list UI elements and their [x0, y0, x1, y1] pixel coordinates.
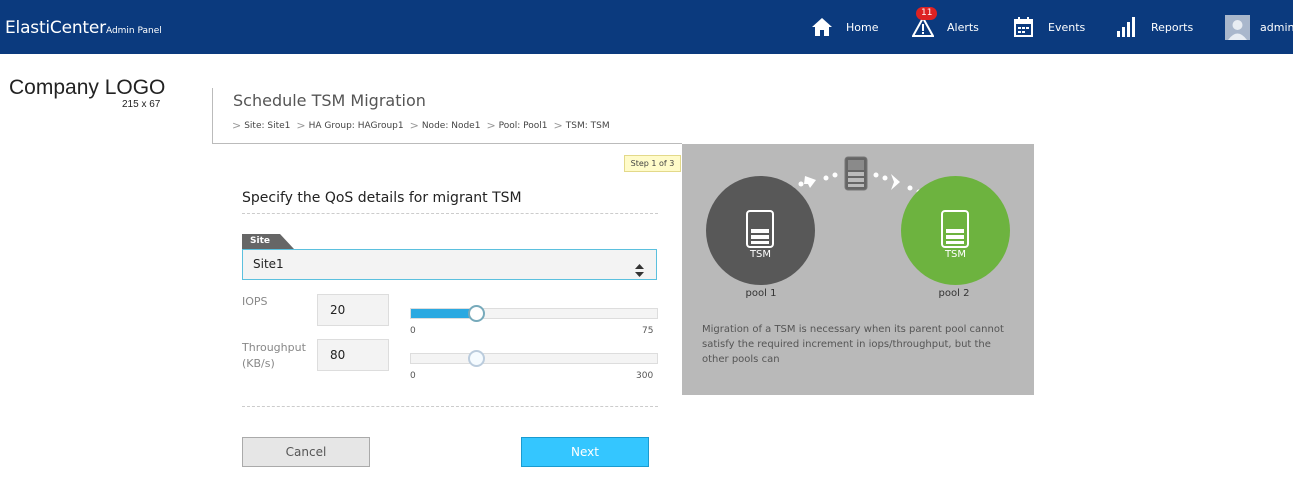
next-button[interactable]: Next: [521, 437, 649, 467]
home-icon: [811, 16, 833, 38]
breadcrumb: > Site: Site1 > HA Group: HAGroup1 > Nod…: [232, 119, 616, 132]
logo-title: Company LOGO: [9, 76, 166, 99]
nav-home[interactable]: Home: [811, 0, 878, 54]
throughput-max-tick: 300: [636, 371, 654, 381]
bar-chart-icon: [1116, 16, 1138, 38]
throughput-input[interactable]: 80: [317, 339, 389, 371]
page-title: Schedule TSM Migration: [233, 91, 426, 110]
calendar-icon: [1013, 16, 1035, 38]
breadcrumb-separator-icon: >: [553, 119, 563, 132]
site-select[interactable]: Site1: [242, 249, 657, 280]
nav-events-label: Events: [1048, 20, 1086, 34]
breadcrumb-pool[interactable]: Pool: Pool1: [499, 121, 548, 131]
iops-slider-thumb[interactable]: [467, 305, 485, 322]
site-label-tag: Site: [242, 234, 294, 249]
throughput-slider-thumb[interactable]: [467, 350, 485, 367]
nav-user[interactable]: admin: [1225, 0, 1293, 54]
brand-name: ElastiCenter: [5, 18, 106, 38]
company-logo: Company LOGO 215 x 67: [9, 76, 169, 110]
server-icon: [941, 210, 969, 252]
nav-reports[interactable]: Reports: [1116, 0, 1193, 54]
nav-alerts[interactable]: 11 Alerts: [911, 0, 979, 54]
server-icon: [746, 210, 774, 252]
nav-events[interactable]: Events: [1013, 0, 1085, 54]
divider: [242, 406, 658, 407]
breadcrumb-separator-icon: >: [409, 119, 419, 132]
site-label: Site: [250, 236, 270, 246]
nav-alerts-label: Alerts: [947, 20, 979, 34]
site-select-value: Site1: [253, 257, 284, 271]
nav-reports-label: Reports: [1151, 20, 1194, 34]
breadcrumb-node[interactable]: Node: Node1: [422, 121, 481, 131]
alerts-badge: 11: [916, 7, 938, 20]
breadcrumb-site[interactable]: Site: Site1: [244, 121, 290, 131]
select-arrows-icon: [635, 259, 644, 288]
throughput-slider[interactable]: [410, 353, 658, 364]
migration-diagram-panel: TSM pool 1 TSM pool 2 Migration of a TSM…: [682, 144, 1034, 395]
logo-size: 215 x 67: [122, 99, 161, 110]
breadcrumb-separator-icon: >: [232, 119, 242, 132]
avatar: [1225, 14, 1250, 40]
breadcrumb-ha-group[interactable]: HA Group: HAGroup1: [309, 121, 404, 131]
pool1-circle: TSM: [706, 176, 815, 285]
iops-input[interactable]: 20: [317, 294, 389, 326]
migration-arrow-icon: [788, 150, 928, 204]
pool2-circle: TSM: [901, 176, 1010, 285]
divider: [242, 213, 658, 214]
pool2-tsm-label: TSM: [944, 249, 967, 260]
form-title: Specify the QoS details for migrant TSM: [242, 190, 522, 206]
nav-home-label: Home: [846, 20, 879, 34]
pool2-label: pool 2: [938, 288, 970, 299]
user-name: admin: [1260, 20, 1293, 34]
brand-subtitle: Admin Panel: [105, 26, 162, 36]
brand[interactable]: ElastiCenterAdmin Panel: [5, 18, 162, 38]
iops-min-tick: 0: [410, 326, 416, 336]
iops-label: IOPS: [242, 295, 268, 308]
warning-icon: 11: [911, 7, 938, 38]
migration-description: Migration of a TSM is necessary when its…: [702, 324, 1004, 365]
step-indicator: Step 1 of 3: [624, 155, 681, 172]
breadcrumb-tsm[interactable]: TSM: TSM: [566, 121, 610, 131]
throughput-min-tick: 0: [410, 371, 416, 381]
iops-slider[interactable]: [410, 308, 658, 319]
breadcrumb-separator-icon: >: [296, 119, 306, 132]
pool1-label: pool 1: [745, 288, 777, 299]
throughput-label: Throughput (KB/s): [242, 341, 306, 370]
page-header: Schedule TSM Migration > Site: Site1 > H…: [212, 88, 682, 144]
cancel-button[interactable]: Cancel: [242, 437, 370, 467]
breadcrumb-separator-icon: >: [486, 119, 496, 132]
pool1-tsm-label: TSM: [749, 249, 772, 260]
top-navigation-bar: ElastiCenterAdmin Panel Home 11 Alerts E…: [0, 0, 1293, 54]
iops-max-tick: 75: [642, 326, 654, 336]
